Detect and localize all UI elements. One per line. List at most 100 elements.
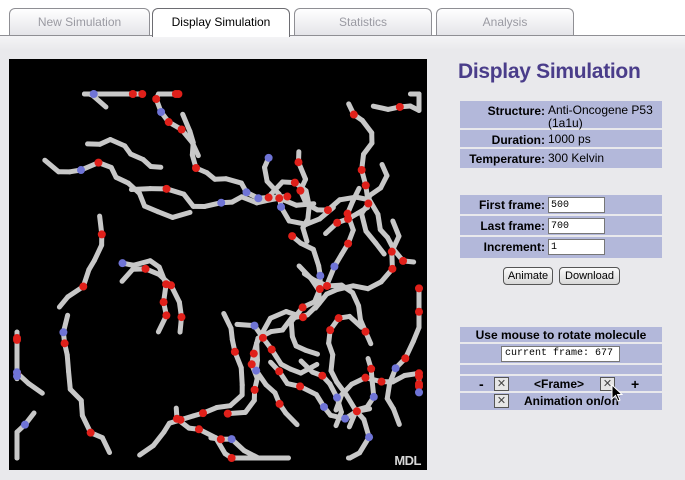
increment-input[interactable]	[548, 239, 605, 255]
animate-button[interactable]: Animate	[503, 267, 553, 285]
atom	[97, 230, 106, 239]
atom	[162, 311, 171, 320]
bond	[359, 211, 369, 234]
atom	[77, 166, 86, 175]
minus-label: -	[479, 376, 484, 392]
bond	[64, 352, 72, 375]
atom	[172, 414, 181, 423]
plus-label: +	[631, 376, 640, 392]
animation-controls-panel: Use mouse to rotate molecule current fra…	[460, 327, 662, 410]
atom	[333, 218, 342, 227]
atom	[357, 165, 366, 174]
atom	[13, 335, 21, 344]
atom	[277, 202, 286, 211]
bond	[238, 365, 245, 388]
atom	[60, 339, 69, 348]
temperature-value: 300 Kelvin	[548, 151, 605, 165]
atom	[369, 392, 378, 401]
atom	[415, 388, 423, 397]
molecule-canvas[interactable]	[9, 59, 427, 470]
atom	[323, 281, 332, 290]
atom	[290, 178, 299, 187]
bond	[99, 435, 113, 456]
bond	[170, 209, 193, 220]
duration-label: Duration:	[491, 133, 545, 147]
first-frame-input[interactable]	[548, 197, 605, 213]
structure-label: Structure:	[487, 104, 545, 118]
atom	[283, 192, 292, 201]
atom	[341, 414, 350, 423]
atom	[79, 282, 88, 291]
bond	[130, 258, 153, 268]
atom	[254, 194, 263, 203]
atom	[94, 158, 103, 167]
atom	[128, 90, 137, 98]
tab-analysis[interactable]: Analysis	[436, 8, 574, 36]
first-frame-label: First frame:	[478, 198, 545, 212]
atom	[364, 199, 373, 208]
tab-display-simulation[interactable]: Display Simulation	[152, 8, 290, 37]
simulation-info-panel: Structure: Anti-Oncogene P53 (1a1u) Dura…	[460, 101, 662, 168]
atom	[13, 368, 21, 377]
atom	[258, 333, 267, 342]
bond	[42, 157, 62, 175]
atom	[177, 313, 186, 322]
first-frame-row: First frame:	[460, 195, 662, 216]
last-frame-label: Last frame:	[480, 219, 545, 233]
atom	[388, 264, 397, 273]
atom	[401, 354, 410, 363]
frame-step-row: - ✕ <Frame> ✕ +	[460, 376, 662, 393]
animation-toggle-row: ✕ Animation on/off	[460, 393, 662, 410]
tab-bar: New Simulation Display Simulation Statis…	[0, 0, 685, 37]
tab-divider	[0, 35, 685, 36]
atom	[194, 425, 203, 434]
atom	[199, 409, 208, 418]
atom	[415, 284, 423, 293]
previous-frame-button[interactable]: ✕	[494, 377, 509, 391]
rotate-instruction: Use mouse to rotate molecule	[460, 327, 662, 344]
atom	[395, 102, 404, 111]
atom	[275, 367, 284, 376]
atom	[377, 377, 386, 386]
molecule-viewer[interactable]: MDL	[9, 59, 427, 470]
atom	[227, 454, 236, 462]
mouse-pointer-icon	[611, 384, 623, 402]
atom	[298, 313, 307, 322]
atom	[415, 307, 423, 316]
atom	[316, 271, 325, 280]
atom	[217, 198, 226, 207]
atom	[249, 349, 258, 358]
atom	[227, 435, 236, 444]
tab-new-simulation[interactable]: New Simulation	[9, 8, 150, 36]
atom	[391, 364, 400, 373]
increment-label: Increment:	[483, 240, 545, 254]
current-frame-row: current frame: 677	[460, 344, 662, 365]
download-button[interactable]: Download	[559, 267, 620, 285]
atom	[171, 90, 180, 98]
atom	[267, 345, 276, 354]
atom	[164, 118, 173, 127]
atom	[89, 90, 98, 98]
last-frame-row: Last frame:	[460, 216, 662, 237]
current-frame-display: current frame: 677	[501, 346, 620, 362]
atom	[250, 321, 259, 330]
animation-toggle-checkbox[interactable]: ✕	[494, 394, 509, 408]
spacer	[460, 365, 662, 376]
atom	[264, 153, 273, 162]
atom	[320, 402, 329, 411]
atom	[415, 372, 423, 381]
atom	[361, 373, 370, 382]
atom	[191, 163, 200, 172]
last-frame-input[interactable]	[548, 218, 605, 234]
atom	[334, 314, 343, 323]
atom	[230, 347, 239, 356]
atom	[365, 433, 374, 442]
tab-shadow	[0, 36, 685, 50]
atom	[298, 303, 307, 312]
atom	[275, 194, 284, 203]
frame-label: <Frame>	[534, 377, 585, 391]
atom	[399, 256, 408, 265]
bond	[137, 443, 156, 458]
bond	[343, 391, 358, 413]
tab-statistics[interactable]: Statistics	[294, 8, 432, 36]
